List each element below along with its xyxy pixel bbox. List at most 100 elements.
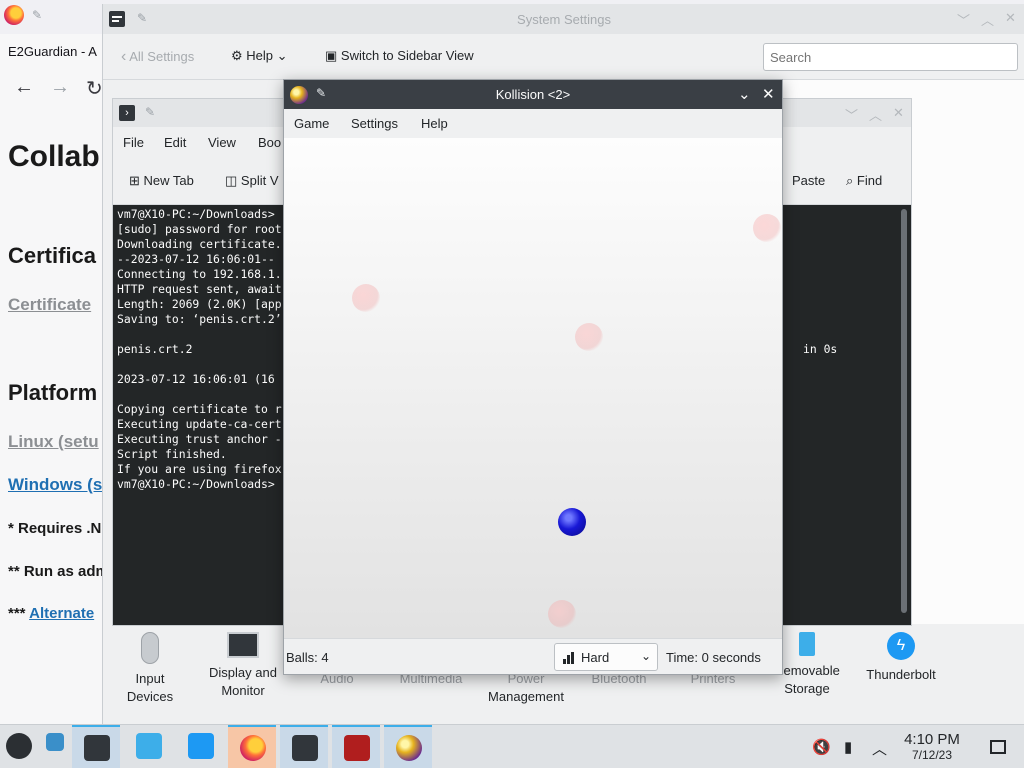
- taskbar-konsole[interactable]: [280, 725, 328, 768]
- minimize-icon[interactable]: ﹀: [845, 105, 858, 124]
- taskbar-system-settings[interactable]: [72, 725, 120, 768]
- category-label: Devices: [126, 689, 174, 704]
- paste-button[interactable]: Paste: [792, 173, 825, 188]
- terminal-line: --2023-07-12 16:06:01--: [117, 252, 275, 266]
- app-launcher-button[interactable]: [0, 725, 40, 768]
- difficulty-icon: [563, 652, 575, 664]
- terminal-line: If you are using firefox: [117, 462, 282, 476]
- browser-tab-title[interactable]: E2Guardian - A: [8, 44, 97, 59]
- search-input[interactable]: [763, 43, 1018, 71]
- category-display-monitor[interactable]: Display and Monitor: [195, 624, 291, 700]
- linux-setup-link[interactable]: Linux (setu: [8, 432, 99, 452]
- pin-icon[interactable]: ✎: [32, 8, 42, 22]
- usb-drive-icon: [799, 632, 815, 656]
- category-label: Management: [488, 689, 564, 704]
- close-icon[interactable]: ✕: [893, 105, 904, 121]
- maximize-icon[interactable]: ︿: [869, 105, 882, 124]
- help-label: Help: [246, 48, 274, 63]
- terminal-icon: [292, 735, 318, 761]
- ghost-ball: [548, 600, 576, 628]
- mahjongg-icon: [344, 735, 370, 761]
- browser-nav: ← → ↻: [0, 76, 110, 112]
- requires-note: * Requires .N: [8, 520, 102, 537]
- settings-toolbar: ‹ All Settings ⚙ Help ⌄ ▣ Switch to Side…: [103, 34, 1024, 80]
- menu-view[interactable]: View: [208, 135, 236, 150]
- menu-game[interactable]: Game: [294, 116, 329, 131]
- taskbar-kollision[interactable]: [384, 725, 432, 768]
- monitor-icon: [227, 632, 259, 658]
- find-button[interactable]: ⌕ Find: [846, 173, 882, 189]
- terminal-line-fragment: in 0s: [803, 342, 838, 356]
- taskbar-firefox[interactable]: [228, 725, 276, 768]
- sidebar-view-icon: ▣: [325, 48, 338, 63]
- kollision-titlebar[interactable]: ✎ Kollision <2> ⌄ ✕: [284, 80, 782, 109]
- player-ball[interactable]: [558, 508, 586, 536]
- firefox-icon: [4, 5, 24, 25]
- help-icon: ⚙: [231, 48, 243, 63]
- clock-date: 7/12/23: [911, 748, 953, 762]
- taskbar-discover[interactable]: [124, 725, 172, 768]
- menu-edit[interactable]: Edit: [164, 135, 186, 150]
- menu-help[interactable]: Help: [421, 116, 448, 131]
- alternate-note: *** Alternate: [8, 605, 94, 622]
- taskbar-file-manager[interactable]: [176, 725, 224, 768]
- folder-icon: [188, 733, 214, 759]
- forward-arrow-icon[interactable]: →: [50, 76, 70, 99]
- terminal-line: Executing trust anchor -: [117, 432, 282, 446]
- terminal-line: Connecting to 192.168.1.: [117, 267, 282, 281]
- pager-button[interactable]: [40, 725, 72, 768]
- kollision-menubar: Game Settings Help: [284, 109, 782, 138]
- back-arrow-icon[interactable]: ←: [14, 76, 34, 99]
- new-tab-label: New Tab: [143, 173, 194, 188]
- category-thunderbolt[interactable]: ϟ Thunderbolt: [853, 624, 949, 684]
- taskbar-mahjongg[interactable]: [332, 725, 380, 768]
- chevron-down-icon: ⌄: [640, 649, 651, 663]
- desktop-pager-icon: [46, 733, 64, 751]
- help-button[interactable]: ⚙ Help ⌄: [231, 48, 288, 64]
- terminal-scrollbar[interactable]: [901, 209, 907, 613]
- difficulty-select[interactable]: Hard ⌄: [554, 643, 658, 671]
- menu-bookmarks[interactable]: Boo: [258, 135, 281, 150]
- difficulty-value: Hard: [581, 650, 610, 665]
- menu-settings[interactable]: Settings: [351, 116, 398, 131]
- back-button[interactable]: ‹ All Settings: [121, 48, 194, 66]
- menu-file[interactable]: File: [123, 135, 144, 150]
- minimize-icon[interactable]: ﹀: [957, 10, 970, 29]
- section-heading-certificate: Certifica: [8, 243, 97, 268]
- clock-time: 4:10 PM: [904, 731, 960, 748]
- show-desktop-icon[interactable]: [990, 740, 1006, 754]
- category-label: Thunderbolt: [866, 667, 936, 682]
- reload-icon[interactable]: ↻: [86, 76, 103, 101]
- clipboard-icon[interactable]: ▮: [844, 738, 852, 756]
- split-view-button[interactable]: ◫ Split V: [225, 173, 279, 189]
- alternate-link[interactable]: Alternate: [29, 605, 94, 622]
- taskbar: 🔇 ▮ ︿ 4:10 PM 7/12/23: [0, 724, 1024, 768]
- minimize-icon[interactable]: ⌄: [738, 85, 751, 103]
- windows-setup-link[interactable]: Windows (s: [8, 475, 102, 495]
- terminal-line: Length: 2069 (2.0K) [app: [117, 297, 282, 311]
- thunderbolt-icon: ϟ: [887, 632, 915, 660]
- game-field[interactable]: [284, 138, 782, 638]
- close-icon[interactable]: ✕: [1005, 10, 1016, 26]
- pin-icon[interactable]: ✎: [145, 105, 155, 119]
- switch-sidebar-view-button[interactable]: ▣ Switch to Sidebar View: [325, 48, 474, 64]
- new-tab-button[interactable]: ⊞ New Tab: [129, 173, 194, 189]
- maximize-icon[interactable]: ︿: [981, 10, 994, 29]
- certificate-link[interactable]: Certificate: [8, 295, 91, 315]
- category-input-devices[interactable]: Input Devices: [102, 624, 198, 706]
- kollision-statusbar: Balls: 4 Hard ⌄ Time: 0 seconds: [284, 638, 782, 674]
- alternate-note-prefix: ***: [8, 605, 26, 622]
- terminal-line: Script finished.: [117, 447, 227, 461]
- ghost-ball: [753, 214, 781, 242]
- chevron-up-icon[interactable]: ︿: [872, 738, 887, 759]
- clock[interactable]: 4:10 PM 7/12/23: [896, 731, 968, 762]
- mouse-icon: [141, 632, 159, 664]
- volume-muted-icon[interactable]: 🔇: [812, 738, 831, 756]
- new-tab-icon: ⊞: [129, 173, 140, 188]
- search-icon: ⌕: [846, 173, 854, 188]
- close-icon[interactable]: ✕: [762, 85, 775, 103]
- terminal-line: Saving to: ‘penis.crt.2’: [117, 312, 282, 326]
- section-heading-platform: Platform: [8, 380, 98, 405]
- settings-titlebar[interactable]: ✎ System Settings ﹀ ︿ ✕: [103, 4, 1024, 34]
- category-label: Monitor: [221, 683, 265, 698]
